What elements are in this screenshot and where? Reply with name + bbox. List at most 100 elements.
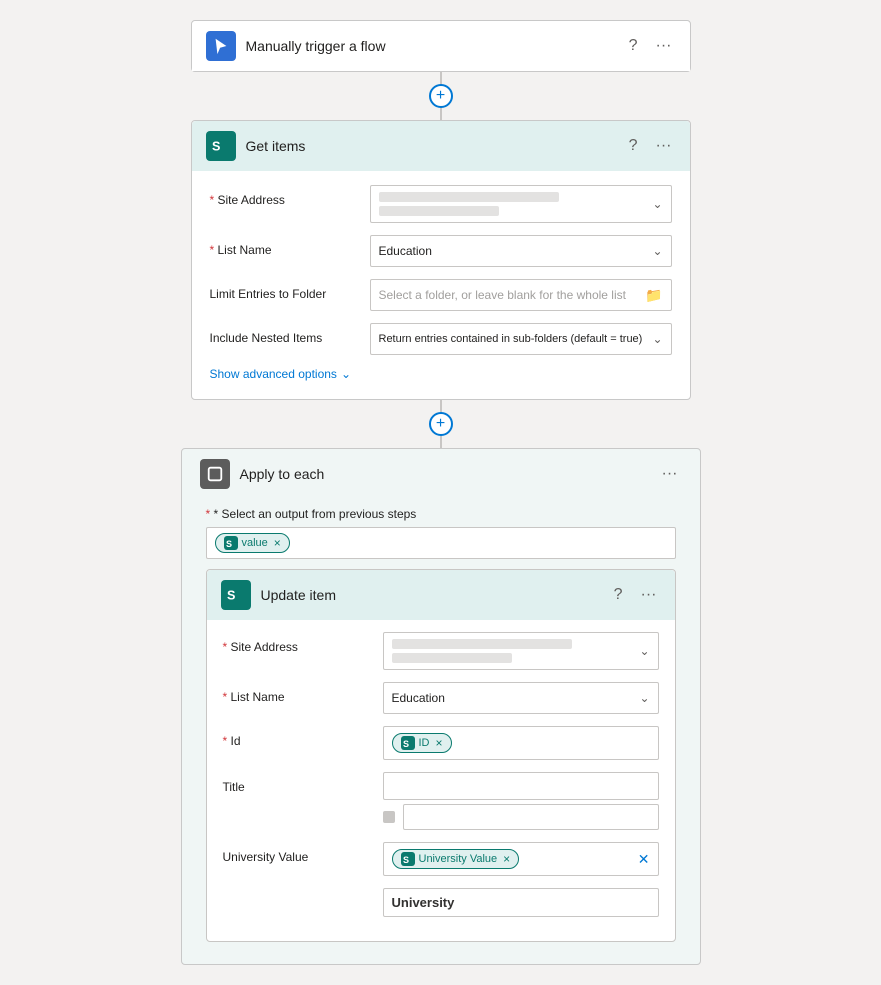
update-title-sub-label: [223, 804, 373, 812]
value-token-close[interactable]: ×: [274, 536, 281, 550]
trigger-title: Manually trigger a flow: [246, 38, 615, 54]
get-items-header: S Get items ? ···: [192, 121, 690, 171]
update-site-blur-1: [392, 639, 572, 649]
university-bottom-text: University: [392, 895, 455, 910]
update-site-address-dropdown[interactable]: ⌄: [383, 632, 659, 670]
loop-icon: [206, 465, 224, 483]
value-token-label: value: [242, 537, 268, 549]
update-title-label: Title: [223, 772, 373, 794]
list-name-dropdown[interactable]: Education ⌄: [370, 235, 672, 267]
trigger-icon-box: [206, 31, 236, 61]
site-address-chevron: ⌄: [652, 197, 662, 211]
update-list-name-row: * List Name Education ⌄: [223, 682, 659, 714]
gray-indicator: [383, 811, 395, 823]
apply-to-each-more-button[interactable]: ···: [658, 463, 682, 485]
id-s-icon: S: [403, 738, 413, 748]
update-site-address-wrapper: ⌄: [383, 632, 659, 670]
update-site-blur-2: [392, 653, 512, 663]
update-university-field[interactable]: S University Value × ✕: [383, 842, 659, 876]
update-item-actions: ? ···: [610, 584, 661, 606]
value-token: S value ×: [215, 533, 290, 553]
id-token: S ID ×: [392, 733, 452, 753]
add-step-button-2[interactable]: +: [429, 412, 453, 436]
site-address-blur-2: [379, 206, 499, 216]
svg-text:S: S: [227, 589, 235, 603]
update-list-name-label: * List Name: [223, 682, 373, 704]
get-items-help-button[interactable]: ?: [625, 135, 642, 157]
update-item-card: S Update item ? ··· * Site Address: [206, 569, 676, 942]
get-items-body: * Site Address ⌄ * List Name: [192, 171, 690, 399]
update-title-sub-row: [223, 804, 659, 830]
nested-items-label: Include Nested Items: [210, 323, 360, 345]
limit-folder-input[interactable]: Select a folder, or leave blank for the …: [370, 279, 672, 311]
univ-token-icon: S: [401, 852, 415, 866]
update-item-header: S Update item ? ···: [207, 570, 675, 620]
list-name-chevron: ⌄: [652, 244, 662, 258]
site-address-dropdown[interactable]: ⌄: [370, 185, 672, 223]
get-items-icon-box: S: [206, 131, 236, 161]
site-address-required: *: [210, 193, 215, 207]
connector-1: +: [440, 72, 442, 120]
update-title-sub-field[interactable]: [403, 804, 659, 830]
id-token-label: ID: [419, 737, 430, 749]
select-output-label: * * Select an output from previous steps: [206, 507, 676, 521]
site-address-label: * Site Address: [210, 185, 360, 207]
add-step-button-1[interactable]: +: [429, 84, 453, 108]
site-address-row: * Site Address ⌄: [210, 185, 672, 223]
sharepoint-icon: S: [212, 137, 230, 155]
folder-icon: 📁: [645, 287, 662, 304]
apply-to-each-icon-box: [200, 459, 230, 489]
id-token-close[interactable]: ×: [436, 736, 443, 750]
update-item-title: Update item: [261, 587, 600, 603]
apply-to-each-body: * * Select an output from previous steps…: [196, 499, 686, 950]
trigger-more-button[interactable]: ···: [652, 35, 676, 57]
university-token-close[interactable]: ×: [503, 852, 510, 866]
update-list-chevron: ⌄: [639, 691, 649, 705]
university-token-label: University Value: [419, 853, 498, 865]
university-bottom-field: University: [383, 888, 659, 917]
university-token: S University Value ×: [392, 849, 520, 869]
apply-to-each-title: Apply to each: [240, 466, 648, 482]
output-token-field[interactable]: S value ×: [206, 527, 676, 559]
update-item-help-button[interactable]: ?: [610, 584, 627, 606]
svg-text:S: S: [226, 539, 232, 548]
update-title-field[interactable]: [383, 772, 659, 800]
site-address-wrapper: ⌄: [370, 185, 672, 223]
apply-to-each-header: Apply to each ···: [196, 449, 686, 499]
list-name-value: Education: [379, 244, 432, 258]
university-bottom-label: [223, 888, 373, 896]
update-site-address-label: * Site Address: [223, 632, 373, 654]
trigger-help-button[interactable]: ?: [625, 35, 642, 57]
get-items-more-button[interactable]: ···: [652, 135, 676, 157]
list-name-label: * List Name: [210, 235, 360, 257]
update-id-label: * Id: [223, 726, 373, 748]
nested-items-row: Include Nested Items Return entries cont…: [210, 323, 672, 355]
update-id-row: * Id S ID ×: [223, 726, 659, 760]
nested-items-value: Return entries contained in sub-folders …: [379, 333, 643, 345]
select-output-text: * Select an output from previous steps: [214, 507, 417, 521]
nested-items-dropdown[interactable]: Return entries contained in sub-folders …: [370, 323, 672, 355]
show-advanced-button[interactable]: Show advanced options ⌄: [210, 367, 352, 381]
update-item-body: * Site Address ⌄: [207, 620, 675, 941]
get-items-title: Get items: [246, 138, 615, 154]
trigger-card: Manually trigger a flow ? ···: [191, 20, 691, 72]
update-s-icon: S: [227, 586, 245, 604]
update-site-chevron: ⌄: [639, 644, 649, 658]
university-clear-button[interactable]: ✕: [638, 851, 650, 868]
get-items-actions: ? ···: [625, 135, 676, 157]
university-bottom-row: University: [223, 888, 659, 917]
nested-items-chevron: ⌄: [652, 332, 662, 346]
trigger-actions: ? ···: [625, 35, 676, 57]
update-item-more-button[interactable]: ···: [637, 584, 661, 606]
show-advanced-chevron: ⌄: [341, 367, 351, 381]
apply-to-each-card: Apply to each ··· * * Select an output f…: [181, 448, 701, 965]
update-list-name-dropdown[interactable]: Education ⌄: [383, 682, 659, 714]
id-token-icon: S: [401, 736, 415, 750]
apply-to-each-actions: ···: [658, 463, 682, 485]
univ-s-icon: S: [403, 854, 413, 864]
show-advanced-label: Show advanced options: [210, 367, 337, 381]
value-token-icon: S: [224, 536, 238, 550]
cursor-icon: [212, 37, 230, 55]
update-id-field[interactable]: S ID ×: [383, 726, 659, 760]
svg-text:S: S: [212, 140, 220, 154]
